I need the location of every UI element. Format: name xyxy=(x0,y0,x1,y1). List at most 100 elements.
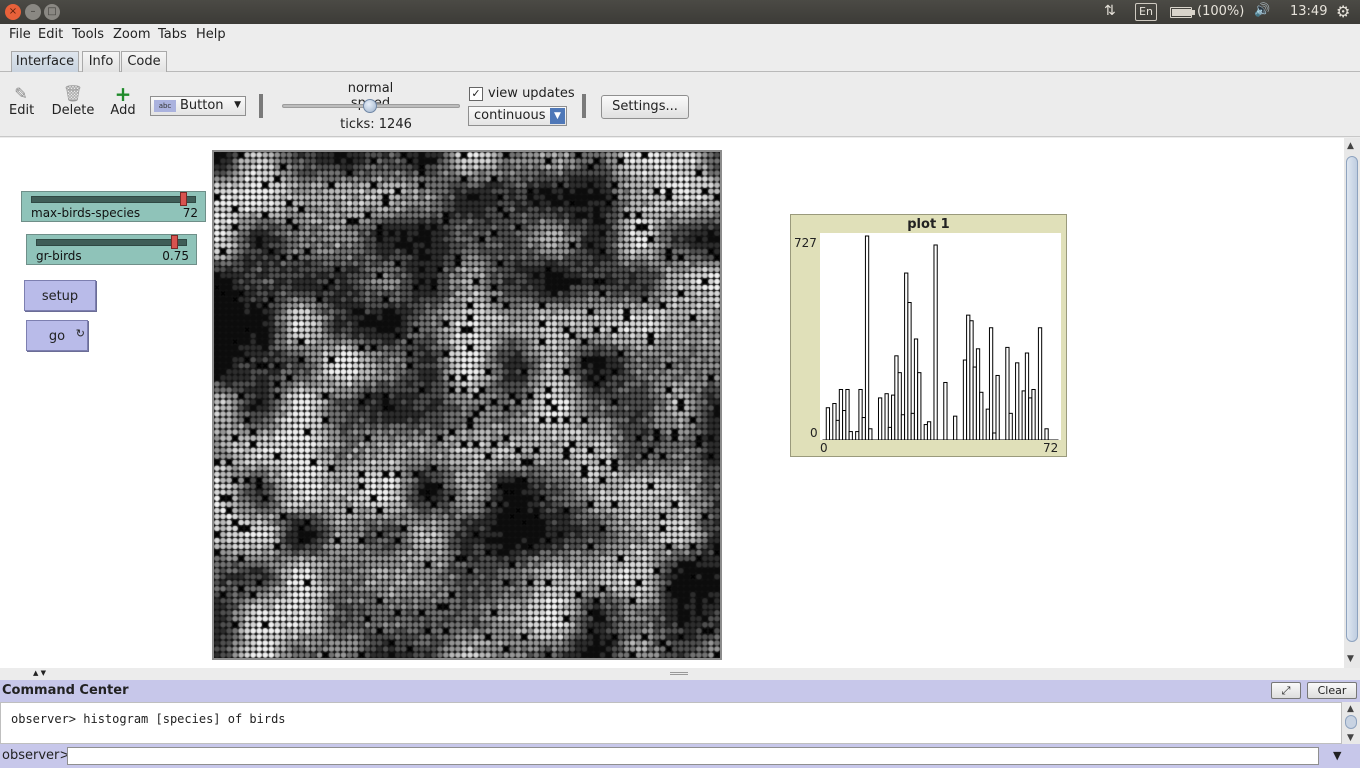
menu-tabs[interactable]: Tabs xyxy=(158,27,187,42)
view-updates-checkbox[interactable]: ✓ xyxy=(469,87,483,101)
y-axis-min-label: 0 xyxy=(810,426,818,440)
system-top-bar: × – □ ⇅ En (100%) 🔊 13:49 ⚙ xyxy=(0,0,1360,24)
plot-widget[interactable]: plot 1 727 0 0 72 xyxy=(790,214,1067,457)
slider-track[interactable] xyxy=(36,239,187,246)
tab-info[interactable]: Info xyxy=(82,51,120,72)
check-icon: ✓ xyxy=(471,87,481,100)
toolbar-divider xyxy=(582,94,586,118)
menu-file[interactable]: File xyxy=(9,27,31,42)
battery-icon[interactable] xyxy=(1170,7,1195,18)
workspace-scrollbar[interactable]: ▲ ▼ xyxy=(1344,138,1360,668)
go-button-label: go xyxy=(48,329,66,344)
expand-button[interactable]: ⤢ xyxy=(1271,682,1301,699)
scroll-down-icon[interactable]: ▼ xyxy=(1347,654,1354,664)
histogram-bar xyxy=(877,397,883,440)
setup-button[interactable]: setup xyxy=(24,280,96,311)
clear-button[interactable]: Clear xyxy=(1307,682,1357,699)
chevron-down-icon: ▼ xyxy=(234,100,241,110)
command-input-bar: observer> ▼ xyxy=(0,744,1360,768)
slider-value: 72 xyxy=(182,206,198,220)
slider-track[interactable] xyxy=(31,196,196,203)
histogram-bar xyxy=(926,421,932,440)
menu-zoom[interactable]: Zoom xyxy=(113,27,150,42)
update-mode-value: continuous xyxy=(474,108,546,123)
widget-type-select[interactable]: abc Button ▼ xyxy=(150,96,246,116)
interface-toolbar: ✎ Edit 🗑 Delete + Add abc Button ▼ norma… xyxy=(0,72,1360,137)
x-axis-max-label: 72 xyxy=(1043,441,1059,455)
command-center-title: Command Center xyxy=(2,683,129,698)
menu-tools[interactable]: Tools xyxy=(72,27,104,42)
scroll-up-icon[interactable]: ▲ xyxy=(1347,704,1354,714)
histogram-plot-area xyxy=(820,233,1061,440)
histogram-bar xyxy=(1031,388,1036,440)
splitter-grip-icon[interactable] xyxy=(670,672,688,675)
histogram-bar xyxy=(988,327,994,440)
world-view[interactable] xyxy=(212,150,722,660)
plot-title: plot 1 xyxy=(907,217,950,232)
keyboard-language-indicator[interactable]: En xyxy=(1135,3,1157,21)
command-center-header: Command Center ⤢ Clear xyxy=(0,680,1360,702)
forever-loop-icon: ↻ xyxy=(75,327,85,340)
trash-icon: 🗑 xyxy=(62,84,84,103)
window-minimize-button[interactable]: – xyxy=(25,4,41,20)
window-maximize-button[interactable]: □ xyxy=(44,4,60,20)
observer-prompt[interactable]: observer> xyxy=(2,748,70,763)
menu-bar: File Edit Tools Zoom Tabs Help xyxy=(0,24,1360,46)
tab-code[interactable]: Code xyxy=(121,51,167,72)
settings-button[interactable]: Settings... xyxy=(601,95,689,119)
slider-value: 0.75 xyxy=(162,249,189,263)
histogram-bar xyxy=(933,244,938,440)
slider-knob[interactable] xyxy=(180,192,188,206)
update-mode-select[interactable]: continuous ▼ xyxy=(468,106,567,126)
network-icon[interactable]: ⇅ xyxy=(1104,3,1116,19)
slider-name: max-birds-species xyxy=(31,206,141,220)
delete-tool-button[interactable]: 🗑 Delete xyxy=(51,84,95,119)
menu-help[interactable]: Help xyxy=(196,27,226,42)
histogram-bar xyxy=(995,374,1000,440)
tab-interface[interactable]: Interface xyxy=(11,51,79,72)
battery-percentage: (100%) xyxy=(1197,4,1245,19)
histogram-bar xyxy=(943,381,948,440)
add-tool-label: Add xyxy=(110,103,136,118)
histogram-bar xyxy=(1008,412,1013,440)
speed-slider-knob[interactable] xyxy=(363,99,377,113)
histogram-bar xyxy=(979,391,984,440)
toolbar-divider xyxy=(259,94,263,118)
view-updates-label: view updates xyxy=(488,86,575,101)
pane-splitter[interactable]: ▲ ▼ xyxy=(0,668,1360,680)
window-close-button[interactable]: × xyxy=(5,4,21,20)
plus-icon: + xyxy=(114,82,132,106)
edit-tool-label: Edit xyxy=(9,103,35,118)
button-widget-icon: abc xyxy=(154,100,176,112)
max-birds-species-slider[interactable]: max-birds-species 72 xyxy=(21,191,206,222)
power-gear-icon[interactable]: ⚙ xyxy=(1336,2,1350,21)
histogram-bar xyxy=(917,372,922,440)
scrollbar-thumb[interactable] xyxy=(1345,715,1357,729)
go-button[interactable]: go ↻ xyxy=(26,320,88,351)
scroll-up-icon[interactable]: ▲ xyxy=(1347,141,1354,151)
edit-tool-button[interactable]: ✎ Edit xyxy=(9,84,35,119)
volume-icon[interactable]: 🔊 xyxy=(1254,3,1270,18)
pencil-icon: ✎ xyxy=(14,84,28,103)
histogram-bar xyxy=(864,235,870,440)
widget-type-value: Button xyxy=(180,98,224,113)
command-output: observer> histogram [species] of birds xyxy=(0,702,1342,744)
scrollbar-thumb[interactable] xyxy=(1346,156,1358,642)
command-output-line: observer> histogram [species] of birds xyxy=(11,712,286,726)
history-dropdown-icon[interactable]: ▼ xyxy=(1333,749,1341,762)
chevron-down-icon: ▼ xyxy=(550,108,565,124)
splitter-arrows-icon[interactable]: ▲ ▼ xyxy=(33,669,46,677)
histogram-bar xyxy=(1037,327,1043,440)
clock[interactable]: 13:49 xyxy=(1290,4,1327,19)
battery-level-fill xyxy=(1172,9,1192,16)
histogram-bar xyxy=(1044,428,1049,440)
command-output-scrollbar[interactable]: ▲ ▼ xyxy=(1342,702,1360,744)
slider-knob[interactable] xyxy=(170,235,178,249)
scroll-down-icon[interactable]: ▼ xyxy=(1347,733,1354,743)
menu-edit[interactable]: Edit xyxy=(38,27,63,42)
gr-birds-slider[interactable]: gr-birds 0.75 xyxy=(26,234,197,265)
expand-icon: ⤢ xyxy=(1281,684,1291,697)
add-tool-button[interactable]: + Add xyxy=(110,82,136,118)
command-input[interactable] xyxy=(67,747,1319,765)
y-axis-max-label: 727 xyxy=(794,236,817,250)
